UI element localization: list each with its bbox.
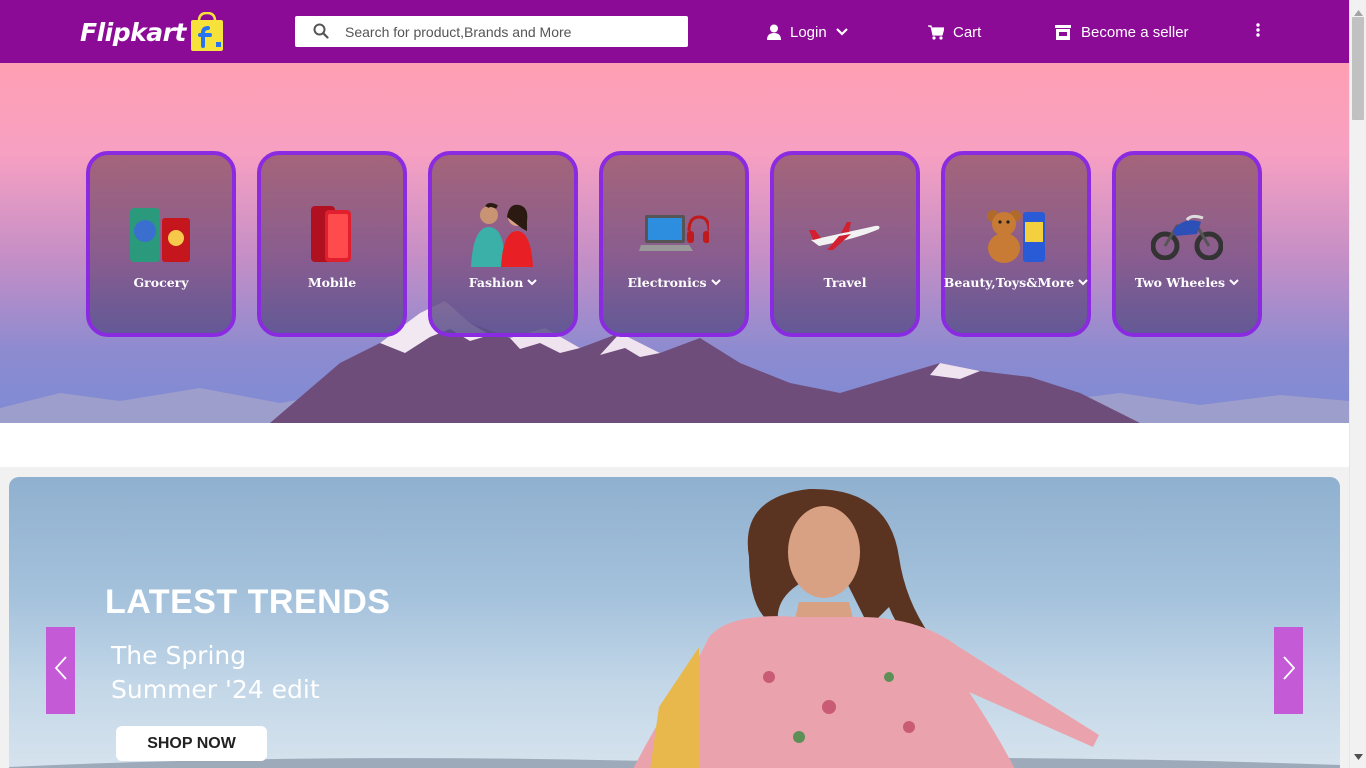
category-mobile[interactable]: Mobile (257, 151, 407, 337)
seller-label: Become a seller (1081, 23, 1189, 41)
carousel-prev-button[interactable] (46, 627, 75, 714)
user-icon (767, 24, 781, 40)
logo-text: Flipkart (80, 17, 186, 47)
airplane-icon (805, 199, 885, 269)
chevron-down-icon (1229, 279, 1239, 286)
page-scrollbar[interactable] (1349, 0, 1366, 768)
shopping-bag-logo-icon (188, 11, 226, 52)
category-grocery[interactable]: Grocery (86, 151, 236, 337)
scrollbar-thumb[interactable] (1352, 17, 1364, 120)
cart-label: Cart (953, 23, 982, 41)
category-travel[interactable]: Travel (770, 151, 920, 337)
category-electronics[interactable]: Electronics (599, 151, 749, 337)
shop-now-button[interactable]: SHOP NOW (116, 726, 267, 761)
become-seller-link[interactable]: Become a seller (1054, 20, 1189, 44)
store-icon (1054, 24, 1072, 40)
category-fashion[interactable]: Fashion (428, 151, 578, 337)
banner-title: LATEST TRENDS (105, 583, 391, 621)
category-label: Grocery (133, 275, 189, 290)
scroll-down-icon[interactable] (1354, 747, 1363, 765)
mobile-icon (292, 199, 372, 269)
category-label: Electronics (627, 275, 721, 290)
category-beauty-toys[interactable]: Beauty,Toys&More (941, 151, 1091, 337)
chevron-down-icon (1078, 279, 1088, 286)
grocery-icon (121, 199, 201, 269)
carousel-next-button[interactable] (1274, 627, 1303, 714)
login-menu[interactable]: Login (767, 20, 848, 44)
chevron-down-icon (710, 279, 721, 286)
login-label: Login (790, 23, 827, 41)
category-label: Two Wheeles (1135, 275, 1239, 290)
motorbike-icon (1147, 199, 1227, 269)
section-divider (0, 423, 1349, 467)
banner-subtitle: The Spring Summer '24 edit (111, 641, 320, 704)
search-bar (295, 16, 688, 47)
search-input[interactable] (295, 16, 688, 47)
category-label: Travel (823, 275, 867, 290)
electronics-icon (634, 199, 714, 269)
chevron-down-icon (835, 28, 848, 36)
category-label: Beauty,Toys&More (944, 275, 1088, 290)
toys-icon (976, 199, 1056, 269)
category-label: Mobile (307, 275, 357, 290)
category-label: Fashion (469, 275, 538, 290)
search-icon[interactable] (313, 23, 329, 44)
model-photo (9, 488, 1340, 768)
category-hero: Grocery Mobile Fashion Electronics Trave… (0, 63, 1349, 423)
fashion-icon (463, 199, 543, 269)
flipkart-logo[interactable]: Flipkart (80, 11, 226, 53)
cart-icon (928, 24, 944, 40)
chevron-left-icon (54, 655, 68, 686)
promo-carousel-slide[interactable]: LATEST TRENDS The Spring Summer '24 edit… (9, 477, 1340, 768)
top-navbar: Flipkart Login Cart (0, 0, 1349, 63)
more-vertical-icon (1256, 23, 1260, 41)
cart-link[interactable]: Cart (928, 20, 981, 44)
chevron-right-icon (1282, 655, 1296, 686)
category-two-wheeler[interactable]: Two Wheeles (1112, 151, 1262, 337)
chevron-down-icon (527, 279, 538, 286)
more-options-button[interactable] (1250, 20, 1266, 44)
